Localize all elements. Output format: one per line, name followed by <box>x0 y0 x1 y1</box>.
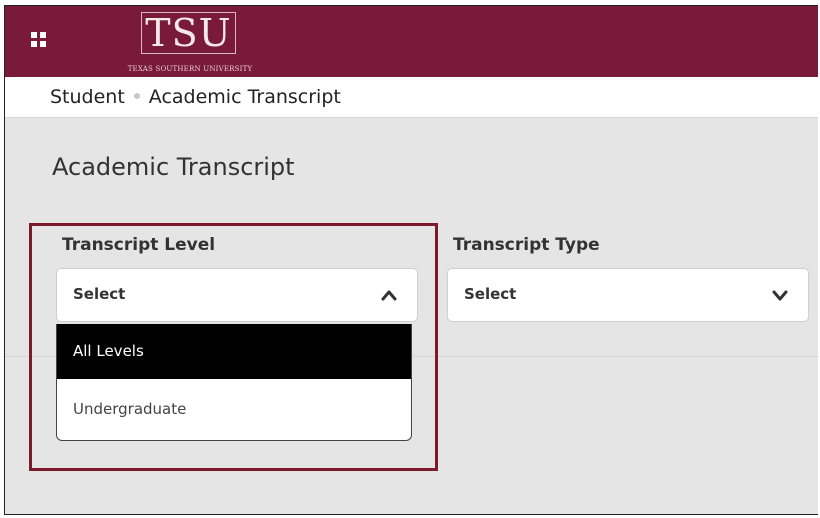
transcript-type-select[interactable]: Select <box>447 268 809 322</box>
transcript-type-label: Transcript Type <box>453 235 600 255</box>
breadcrumb: Student Academic Transcript <box>50 86 341 108</box>
screenshot-frame: TSU TEXAS SOUTHERN UNIVERSITY Student Aca… <box>4 5 818 515</box>
logo-subtitle: TEXAS SOUTHERN UNIVERSITY <box>127 65 253 73</box>
breadcrumb-separator-icon <box>133 92 140 99</box>
page-title: Academic Transcript <box>52 153 295 181</box>
breadcrumb-item-academic-transcript: Academic Transcript <box>148 86 341 108</box>
university-logo[interactable]: TSU TEXAS SOUTHERN UNIVERSITY <box>85 10 295 73</box>
grid-menu-icon[interactable] <box>31 32 47 48</box>
breadcrumb-item-student[interactable]: Student <box>50 86 125 108</box>
logo-letters: TSU <box>145 11 232 55</box>
transcript-type-value: Select <box>464 285 517 303</box>
top-header-bar: TSU TEXAS SOUTHERN UNIVERSITY <box>5 6 818 77</box>
annotation-highlight-box <box>29 223 438 471</box>
chevron-down-icon[interactable] <box>772 289 788 301</box>
logo-emblem: TSU <box>141 12 236 54</box>
breadcrumb-bar: Student Academic Transcript <box>5 77 818 118</box>
